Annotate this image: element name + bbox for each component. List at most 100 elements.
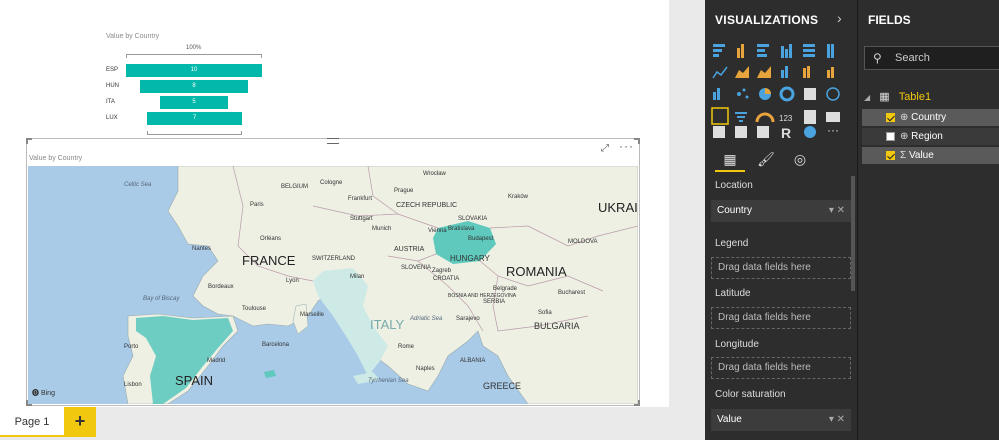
wells-scrollbar[interactable] [851, 176, 855, 291]
globe-icon: ⊕ [900, 112, 909, 123]
map-svg [122, 166, 638, 404]
funnel-category-label: ESP [106, 67, 119, 73]
legend-label: Legend [715, 238, 749, 249]
format-paint-icon[interactable]: 🖌 [751, 146, 781, 172]
more-options-icon[interactable]: ··· [619, 139, 634, 153]
funnel-bar[interactable]: 5 [160, 96, 228, 109]
analytics-icon[interactable]: ◎ [785, 146, 815, 172]
funnel-title: Value by Country [106, 33, 160, 40]
svg-text:···: ··· [827, 124, 839, 137]
country-checkbox[interactable] [886, 113, 895, 122]
value-checkbox[interactable] [886, 151, 895, 160]
map-city-toulouse: Toulouse [242, 306, 267, 312]
map-city-vienna: Vienna [428, 228, 447, 234]
map-city-lisbon: Lisbon [124, 382, 142, 388]
location-label: Location [715, 180, 753, 191]
table-node[interactable]: ◢ ▦ Table1 [864, 88, 999, 106]
latitude-dropzone[interactable]: Drag data fields here [711, 307, 851, 329]
field-item-value[interactable]: Σ Value [862, 147, 999, 164]
map-label-bosnia: BOSNIA AND HERZEGOVINA [448, 293, 517, 299]
funnel-bracket-top [126, 54, 262, 58]
tab-page-1[interactable]: Page 1 [0, 407, 64, 437]
funnel-bar[interactable]: 7 [147, 112, 242, 125]
page-tabs: Page 1 + [0, 407, 683, 440]
svg-text:123: 123 [779, 114, 793, 123]
funnel-row[interactable]: HUN 8 [100, 80, 280, 93]
map-label-albania: ALBANIA [460, 358, 486, 364]
visual-icons-row5: R ··· [713, 124, 839, 141]
location-value: Country [717, 205, 753, 216]
map-label-slovakia: SLOVAKIA [458, 216, 488, 222]
map-city-porto: Porto [124, 344, 139, 350]
funnel-bracket-bottom [147, 131, 242, 135]
map-label-biscay: Bay of Biscay [143, 296, 180, 302]
field-item-country[interactable]: ⊕ Country [862, 109, 999, 126]
well-chevron-icon[interactable]: ▾ ✕ [829, 409, 845, 431]
map-city-barcelona: Barcelona [262, 342, 290, 348]
map-city-frankfurt: Frankfurt [348, 196, 373, 202]
legend-dropzone[interactable]: Drag data fields here [711, 257, 851, 279]
map-label-slovenia: SLOVENIA [401, 265, 432, 271]
map-label-ukraine: UKRAI [598, 200, 638, 215]
resize-handle[interactable] [26, 138, 32, 144]
map-city-sarajevo: Sarajevo [456, 316, 480, 322]
well-chevron-icon[interactable]: ▾ ✕ [829, 200, 845, 222]
chevron-right-icon[interactable]: › [837, 10, 842, 26]
map-city-krakow: Kraków [508, 194, 529, 200]
map-label-czech: CZECH REPUBLIC [396, 202, 458, 209]
map-city-budapest: Budapest [468, 236, 494, 242]
map-label-romania: ROMANIA [506, 264, 567, 279]
field-wells: Location Country ▾ ✕ Legend Drag data fie… [705, 176, 857, 440]
fields-search-input[interactable]: ⚲ Search [864, 46, 999, 70]
map-label-serbia: SERBIA [483, 299, 506, 305]
map-city-bordeaux: Bordeaux [208, 284, 234, 290]
funnel-bar[interactable]: 8 [140, 80, 248, 93]
color-saturation-well[interactable]: Value ▾ ✕ [711, 409, 851, 431]
funnel-visual[interactable]: Value by Country 100% ESP 10 HUN 8 ITA 5… [100, 30, 280, 140]
map-city-rome: Rome [398, 344, 415, 350]
field-item-region[interactable]: ⊕ Region [862, 128, 999, 145]
expand-triangle-icon[interactable]: ◢ [864, 93, 870, 102]
funnel-row[interactable]: ESP 10 [100, 64, 280, 77]
map-label-italy: ITALY [370, 317, 405, 332]
report-page: Value by Country 100% ESP 10 HUN 8 ITA 5… [0, 0, 669, 407]
search-placeholder: Search [895, 52, 930, 64]
longitude-dropzone[interactable]: Drag data fields here [711, 357, 851, 379]
funnel-top-label: 100% [186, 45, 202, 51]
map-city-lyon: Lyon [286, 278, 299, 284]
add-page-button[interactable]: + [64, 407, 96, 437]
focus-mode-icon[interactable]: ⤢ [601, 143, 609, 154]
map-city-cologne: Cologne [320, 180, 343, 186]
location-well[interactable]: Country ▾ ✕ [711, 200, 851, 222]
map-city-zagreb: Zagreb [432, 268, 452, 274]
map-city-milan: Milan [350, 274, 365, 280]
resize-handle[interactable] [634, 138, 640, 144]
color-saturation-value: Value [717, 414, 742, 425]
map-area[interactable]: FRANCE SPAIN ITALY HUNGARY ROMANIA BULGA… [28, 166, 638, 404]
funnel-row[interactable]: LUX 7 [100, 112, 280, 125]
map-visual[interactable]: ⤢ ··· Value by Country FRANCE SPAIN ITAL… [26, 138, 640, 406]
funnel-category-label: LUX [106, 115, 118, 121]
latitude-label: Latitude [715, 288, 751, 299]
map-city-belgrade: Belgrade [493, 286, 518, 292]
map-label-moldova: MOLDOVA [568, 239, 598, 245]
funnel-bar[interactable]: 10 [126, 64, 262, 77]
svg-text:R: R [781, 125, 791, 141]
field-name: Country [911, 112, 947, 123]
longitude-label: Longitude [715, 339, 759, 350]
funnel-category-label: HUN [106, 83, 119, 89]
table-name: Table1 [898, 91, 932, 103]
fields-pane: FIELDS ⚲ Search ◢ ▦ Table1 ⊕ Country ⊕ R… [857, 0, 999, 440]
drag-handle[interactable] [327, 138, 339, 144]
map-city-nantes: Nantes [192, 246, 212, 252]
map-label-hungary: HUNGARY [450, 254, 490, 263]
region-checkbox[interactable] [886, 132, 895, 141]
fields-tab-icon[interactable]: ▦ [715, 146, 745, 172]
funnel-row[interactable]: ITA 5 [100, 96, 280, 109]
map-label-france: FRANCE [242, 253, 296, 268]
map-city-prague: Prague [394, 188, 414, 194]
globe-icon: ⊕ [900, 131, 909, 142]
map-label-austria: AUSTRIA [394, 246, 425, 253]
map-city-munich: Munich [372, 226, 392, 232]
map-label-croatia: CROATIA [433, 276, 460, 282]
